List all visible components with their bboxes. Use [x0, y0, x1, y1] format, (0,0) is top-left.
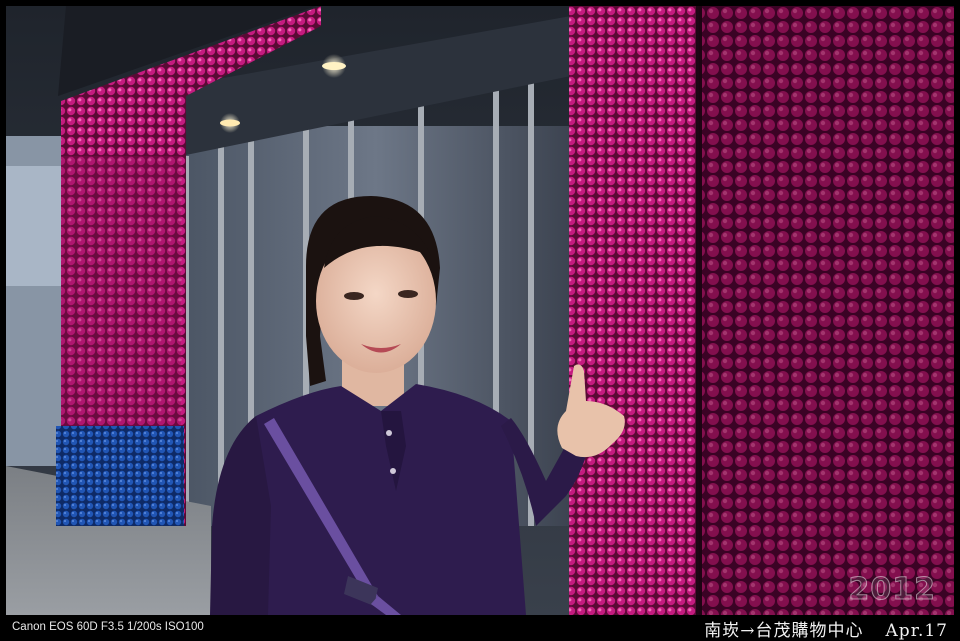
- photo: 2012: [6, 6, 954, 615]
- location-caption: 南崁→台茂購物中心: [704, 621, 864, 641]
- photo-frame: 2012 Canon EOS 60D F3.5 1/200s ISO100 南崁…: [0, 0, 960, 641]
- year-watermark: 2012: [848, 572, 936, 608]
- date-caption: Apr.17: [885, 621, 948, 641]
- photo-caption: 南崁→台茂購物中心 Apr.17: [704, 616, 948, 641]
- photo-scene: [6, 6, 954, 615]
- exif-info: Canon EOS 60D F3.5 1/200s ISO100: [12, 621, 204, 633]
